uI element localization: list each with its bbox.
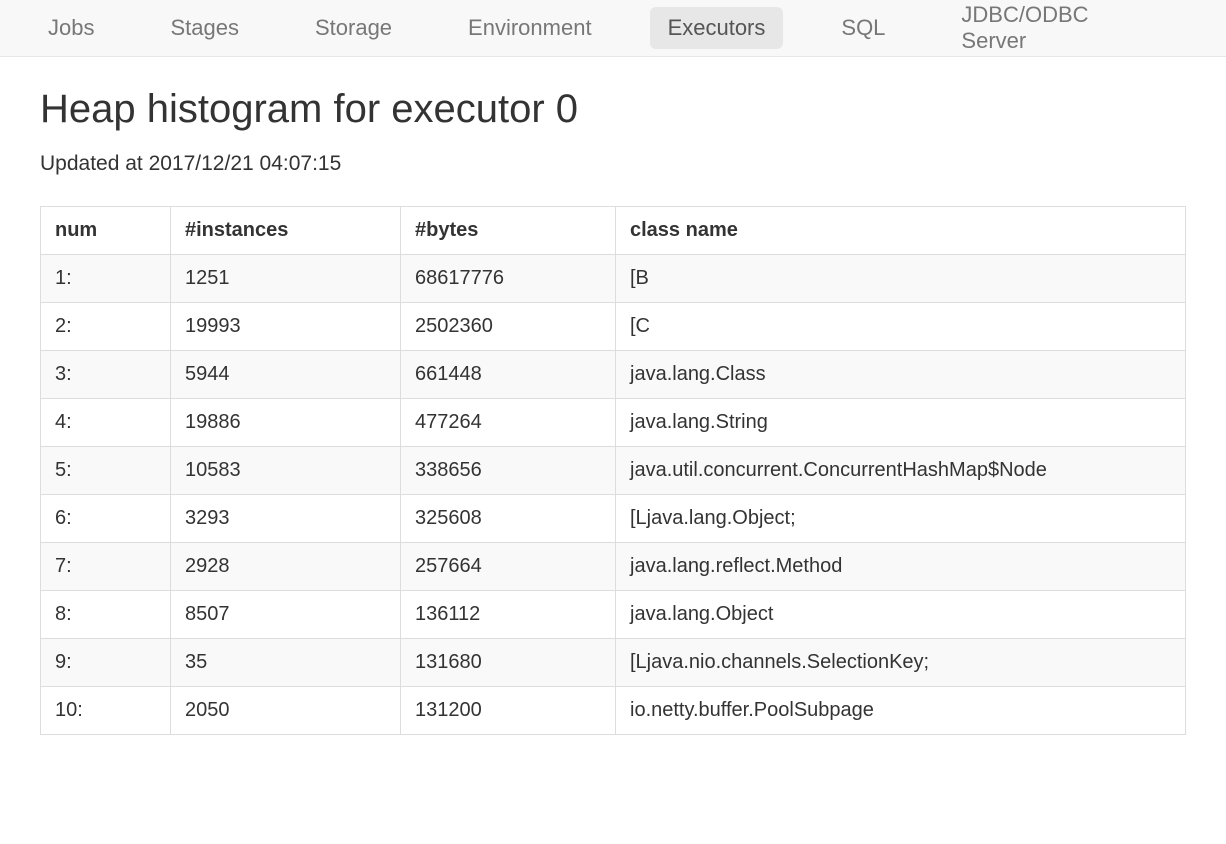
cell-bytes: 257664: [401, 543, 616, 591]
cell-className: java.lang.Class: [616, 351, 1186, 399]
header-num[interactable]: num: [41, 207, 171, 255]
cell-bytes: 136112: [401, 591, 616, 639]
cell-instances: 19886: [171, 399, 401, 447]
table-row: 4:19886477264java.lang.String: [41, 399, 1186, 447]
cell-bytes: 68617776: [401, 255, 616, 303]
cell-bytes: 325608: [401, 495, 616, 543]
cell-num: 1:: [41, 255, 171, 303]
cell-instances: 8507: [171, 591, 401, 639]
cell-bytes: 131200: [401, 687, 616, 735]
cell-instances: 2928: [171, 543, 401, 591]
cell-className: [C: [616, 303, 1186, 351]
cell-className: io.netty.buffer.PoolSubpage: [616, 687, 1186, 735]
cell-bytes: 477264: [401, 399, 616, 447]
table-row: 10:2050131200io.netty.buffer.PoolSubpage: [41, 687, 1186, 735]
table-row: 5:10583338656java.util.concurrent.Concur…: [41, 447, 1186, 495]
cell-num: 9:: [41, 639, 171, 687]
header-instances[interactable]: #instances: [171, 207, 401, 255]
cell-bytes: 338656: [401, 447, 616, 495]
table-row: 7:2928257664java.lang.reflect.Method: [41, 543, 1186, 591]
cell-className: java.lang.Object: [616, 591, 1186, 639]
cell-num: 7:: [41, 543, 171, 591]
page-title: Heap histogram for executor 0: [40, 87, 1186, 132]
table-row: 2:199932502360[C: [41, 303, 1186, 351]
cell-num: 5:: [41, 447, 171, 495]
table-row: 8:8507136112java.lang.Object: [41, 591, 1186, 639]
content-area: Heap histogram for executor 0 Updated at…: [0, 57, 1226, 755]
cell-num: 10:: [41, 687, 171, 735]
cell-num: 8:: [41, 591, 171, 639]
main-nav: Jobs Stages Storage Environment Executors SQL…: [0, 0, 1226, 57]
nav-tab-storage[interactable]: Storage: [297, 7, 410, 49]
cell-className: java.util.concurrent.ConcurrentHashMap$N…: [616, 447, 1186, 495]
table-row: 1:125168617776[B: [41, 255, 1186, 303]
updated-timestamp: Updated at 2017/12/21 04:07:15: [40, 152, 1186, 176]
cell-instances: 3293: [171, 495, 401, 543]
nav-tab-environment[interactable]: Environment: [450, 7, 610, 49]
cell-className: [B: [616, 255, 1186, 303]
cell-instances: 5944: [171, 351, 401, 399]
cell-bytes: 131680: [401, 639, 616, 687]
cell-className: [Ljava.lang.Object;: [616, 495, 1186, 543]
nav-tab-stages[interactable]: Stages: [152, 7, 257, 49]
cell-num: 2:: [41, 303, 171, 351]
header-bytes[interactable]: #bytes: [401, 207, 616, 255]
nav-tab-executors[interactable]: Executors: [650, 7, 784, 49]
table-row: 6:3293325608[Ljava.lang.Object;: [41, 495, 1186, 543]
cell-num: 3:: [41, 351, 171, 399]
cell-instances: 2050: [171, 687, 401, 735]
cell-className: java.lang.reflect.Method: [616, 543, 1186, 591]
cell-num: 6:: [41, 495, 171, 543]
cell-bytes: 2502360: [401, 303, 616, 351]
nav-tab-jdbc-odbc-server[interactable]: JDBC/ODBC Server: [943, 0, 1156, 62]
header-classname[interactable]: class name: [616, 207, 1186, 255]
table-row: 3:5944661448java.lang.Class: [41, 351, 1186, 399]
cell-instances: 19993: [171, 303, 401, 351]
nav-tab-jobs[interactable]: Jobs: [30, 7, 112, 49]
cell-instances: 10583: [171, 447, 401, 495]
nav-tab-sql[interactable]: SQL: [823, 7, 903, 49]
cell-instances: 35: [171, 639, 401, 687]
cell-className: java.lang.String: [616, 399, 1186, 447]
cell-instances: 1251: [171, 255, 401, 303]
table-row: 9:35131680[Ljava.nio.channels.SelectionK…: [41, 639, 1186, 687]
histogram-table: num #instances #bytes class name 1:12516…: [40, 206, 1186, 735]
cell-className: [Ljava.nio.channels.SelectionKey;: [616, 639, 1186, 687]
cell-bytes: 661448: [401, 351, 616, 399]
cell-num: 4:: [41, 399, 171, 447]
